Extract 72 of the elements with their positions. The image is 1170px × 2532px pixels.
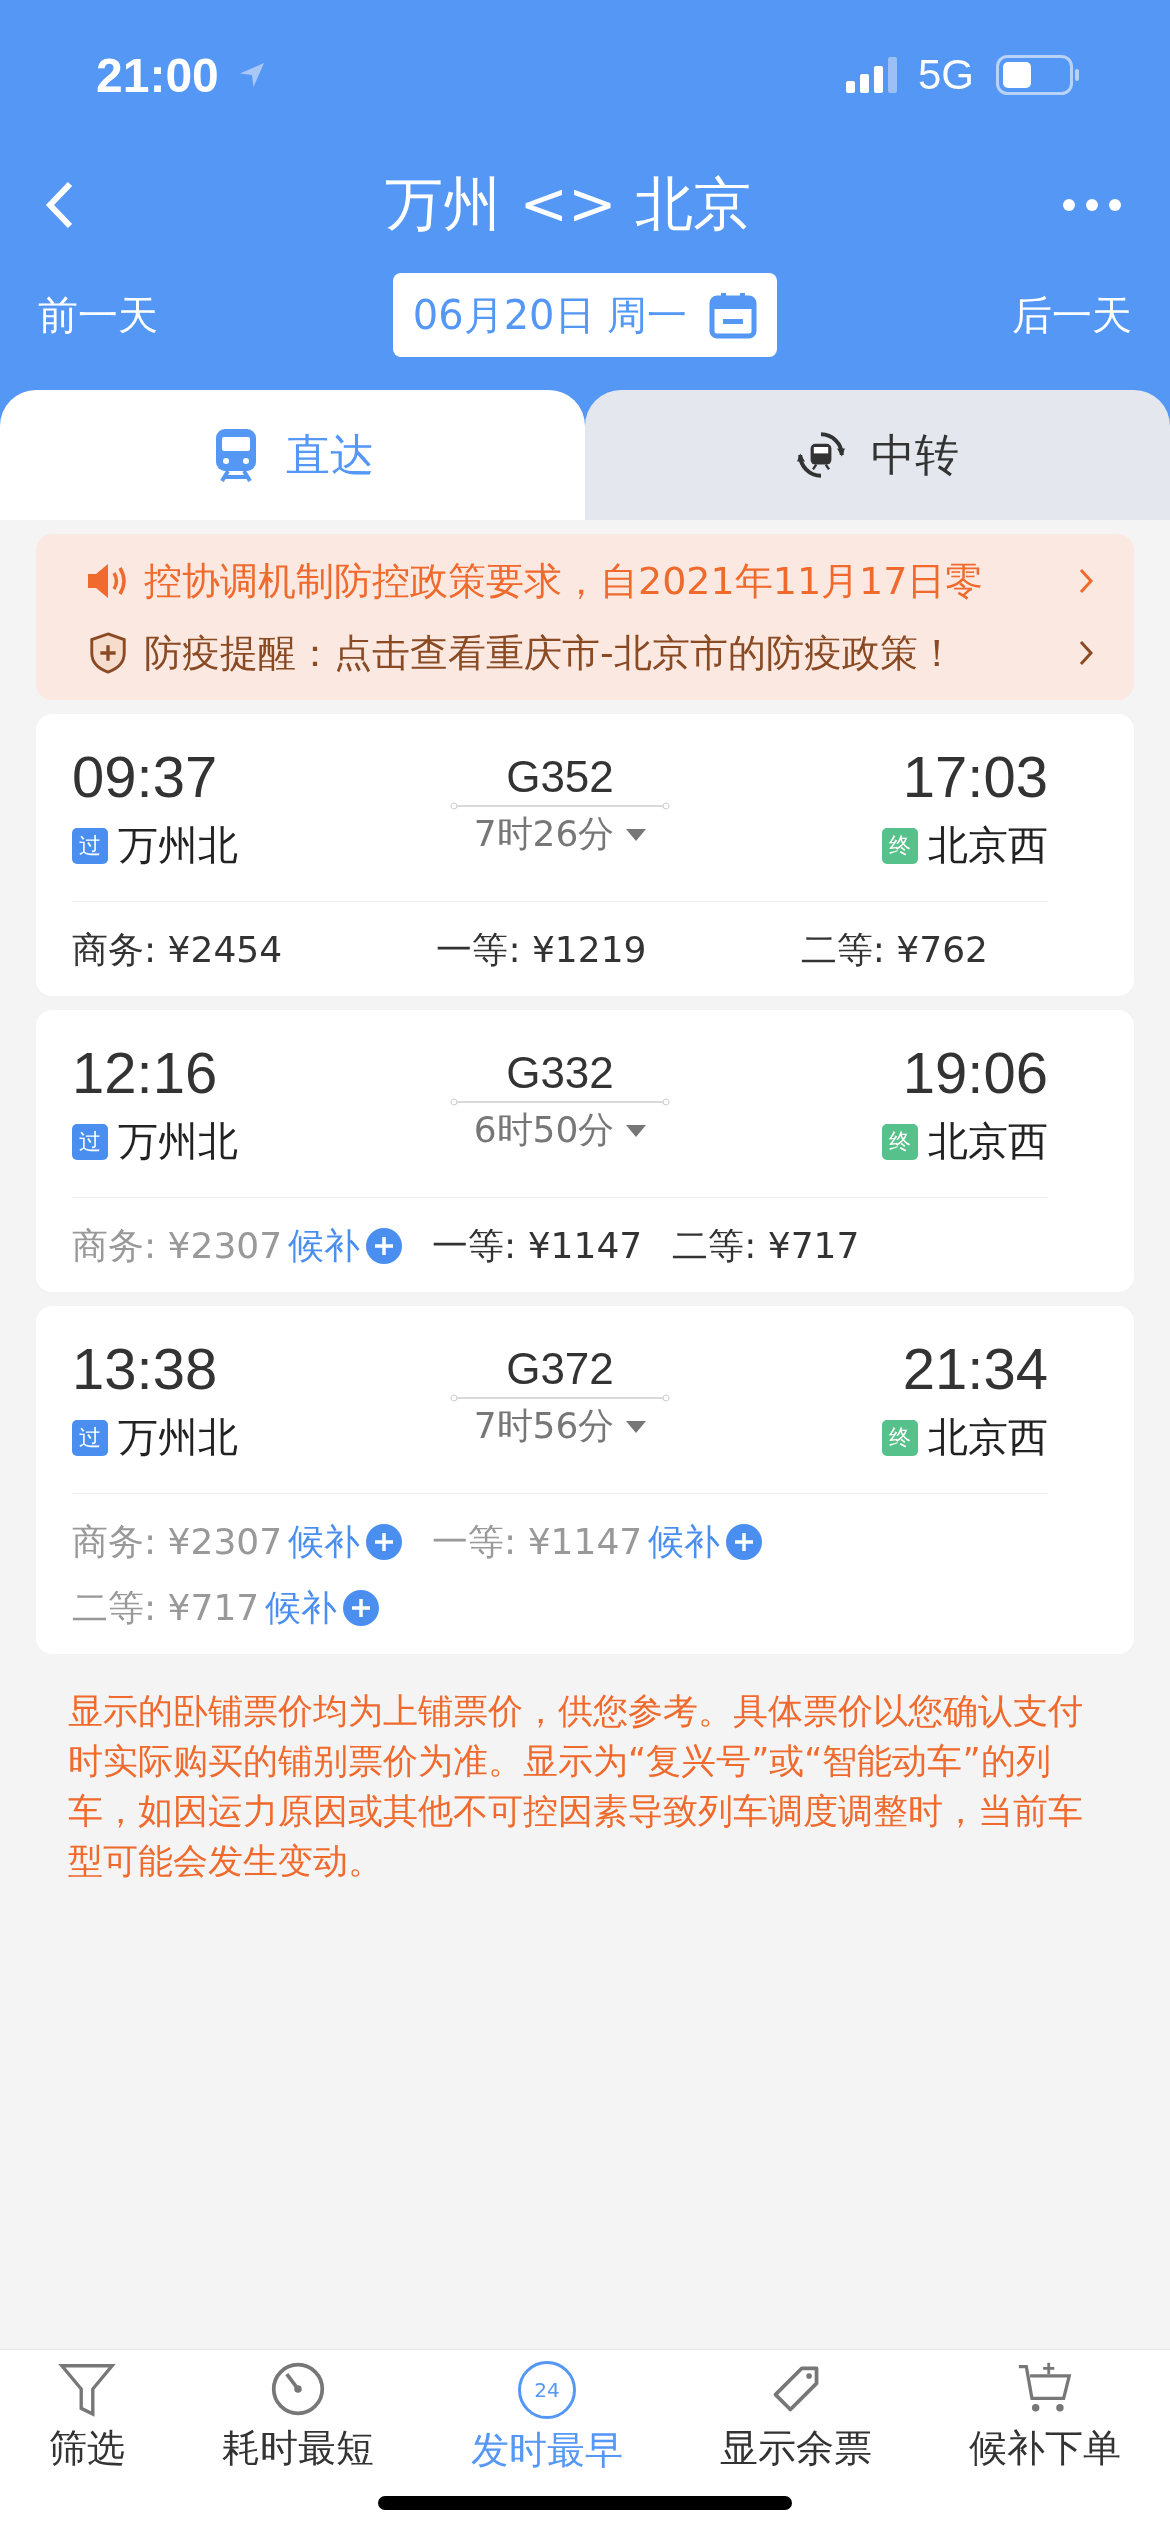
waitlist-link[interactable]: 候补 bbox=[265, 1583, 338, 1633]
seat-price: 商务: ¥2454 bbox=[72, 927, 283, 972]
pass-tag: 过 bbox=[72, 827, 108, 864]
train-card[interactable]: 09:37 过 万州北 G352 7时26分 17:03 终 北京西 商务: ¥2454 一等: ¥1219 二等: ¥762 bbox=[36, 714, 1134, 996]
toolbar-button[interactable]: 筛选 bbox=[42, 2360, 131, 2480]
previous-day-button[interactable]: 前一天 bbox=[38, 287, 158, 343]
train-number: G352 bbox=[506, 752, 614, 802]
tab[interactable]: 直达 bbox=[0, 390, 585, 520]
signal-icon bbox=[845, 57, 898, 93]
station-name: 北京西 bbox=[928, 1413, 1048, 1462]
seat-price: 一等: ¥1219 bbox=[436, 927, 647, 972]
fare-notice: 显示的卧铺票价均为上铺票价，供您参考。具体票价以您确认支付时实际购买的铺别票价为准。显示为“复兴号”或“智能动车”的列车，如因运力原因或其他不可控因素导致列车调度调整时，当前车型可能会发生变动。 bbox=[67, 1690, 1084, 1883]
seat-price: 二等: ¥717 bbox=[72, 1585, 260, 1630]
pass-tag: 过 bbox=[72, 1419, 108, 1456]
plus-icon[interactable] bbox=[366, 1228, 403, 1264]
chevron-right-icon[interactable] bbox=[1078, 639, 1094, 667]
date-picker[interactable]: 06月20日 周一 bbox=[392, 273, 778, 357]
waitlist-link[interactable]: 候补 bbox=[288, 1221, 361, 1271]
plus-icon[interactable] bbox=[343, 1590, 380, 1626]
notice-text[interactable]: 防疫提醒：点击查看重庆市-北京市的防疫政策！ bbox=[144, 627, 1044, 679]
train-card[interactable]: 13:38 过 万州北 G372 7时56分 21:34 终 北京西 商务: ¥2307 候补 一等: ¥1147 候补 二等: ¥717 候补 bbox=[36, 1306, 1134, 1654]
pass-tag: 过 bbox=[72, 1123, 108, 1160]
next-day-button[interactable]: 后一天 bbox=[1012, 287, 1132, 343]
dropdown-triangle-icon[interactable] bbox=[626, 828, 647, 841]
status-time: 21:00 bbox=[96, 47, 219, 103]
seat-price: 二等: ¥717 bbox=[672, 1223, 860, 1268]
plus-icon[interactable] bbox=[726, 1524, 763, 1560]
seat-price: 商务: ¥2307 bbox=[72, 1223, 283, 1268]
station-name: 万州北 bbox=[118, 821, 238, 870]
station-name: 万州北 bbox=[118, 1117, 238, 1166]
station-name: 万州北 bbox=[118, 1413, 238, 1462]
departure-time: 13:38 bbox=[72, 1335, 219, 1403]
dropdown-triangle-icon[interactable] bbox=[626, 1420, 647, 1433]
plus-icon[interactable] bbox=[366, 1524, 403, 1560]
notice-text[interactable]: 控协调机制防控政策要求，自2021年11月17日零 bbox=[144, 555, 1044, 607]
seat-price: 二等: ¥762 bbox=[800, 927, 988, 972]
waitlist-link[interactable]: 候补 bbox=[288, 1517, 361, 1567]
terminal-tag: 终 bbox=[882, 1123, 918, 1160]
station-name: 北京西 bbox=[928, 821, 1048, 870]
more-icon[interactable] bbox=[1062, 198, 1122, 212]
toolbar-button[interactable]: 24 发时最早 bbox=[464, 2360, 629, 2480]
departure-time: 12:16 bbox=[72, 1039, 219, 1107]
train-number: G372 bbox=[506, 1344, 614, 1394]
terminal-tag: 终 bbox=[882, 1419, 918, 1456]
seat-price: 一等: ¥1147 bbox=[432, 1223, 643, 1268]
clock-icon: 24 bbox=[517, 2361, 576, 2419]
filter-icon bbox=[57, 2361, 116, 2417]
seat-price: 一等: ¥1147 bbox=[432, 1519, 643, 1564]
seat-price: 商务: ¥2307 bbox=[72, 1519, 283, 1564]
dropdown-triangle-icon[interactable] bbox=[626, 1124, 647, 1137]
calendar-icon bbox=[709, 291, 758, 339]
arrival-time: 17:03 bbox=[902, 743, 1048, 811]
duration-text[interactable]: 7时26分 bbox=[473, 810, 615, 859]
duration-text[interactable]: 6时50分 bbox=[473, 1106, 615, 1155]
arrival-time: 21:34 bbox=[902, 1335, 1048, 1403]
toolbar-button[interactable]: 耗时最短 bbox=[215, 2360, 380, 2480]
duration-text[interactable]: 7时56分 bbox=[473, 1402, 615, 1451]
waitlist-link[interactable]: 候补 bbox=[648, 1517, 721, 1567]
back-icon[interactable] bbox=[44, 180, 74, 230]
departure-time: 09:37 bbox=[72, 743, 219, 811]
battery-icon bbox=[996, 55, 1080, 95]
toolbar-button[interactable]: 候补下单 bbox=[963, 2360, 1128, 2480]
arrival-time: 19:06 bbox=[902, 1039, 1048, 1107]
chevron-right-icon[interactable] bbox=[1078, 567, 1094, 595]
toolbar-button[interactable]: 显示余票 bbox=[714, 2360, 879, 2480]
tab[interactable]: 中转 bbox=[585, 390, 1170, 520]
train-number: G332 bbox=[506, 1048, 614, 1098]
train-card[interactable]: 12:16 过 万州北 G332 6时50分 19:06 终 北京西 商务: ¥2307 候补 一等: ¥1147 二等: ¥717 bbox=[36, 1010, 1134, 1292]
route-title: 万州 <> 北京 bbox=[384, 169, 752, 240]
network-label: 5G bbox=[917, 51, 974, 99]
terminal-tag: 终 bbox=[882, 827, 918, 864]
station-name: 北京西 bbox=[928, 1117, 1048, 1166]
